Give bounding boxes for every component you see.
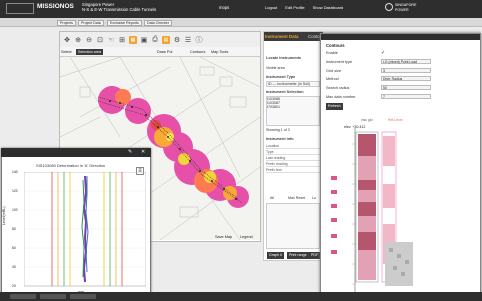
partner-text: SINGAPORE POWER [395, 3, 417, 12]
info-table: Location Type Last reading Prefix readin… [266, 143, 320, 188]
logout-link[interactable]: Logout [265, 5, 277, 10]
pin-icon[interactable]: ✎ [128, 149, 132, 155]
settings-icon[interactable]: ⚙ [173, 36, 181, 44]
zoom-in-icon[interactable]: ⊕ [74, 36, 82, 44]
print-range-button[interactable]: Print range [287, 252, 309, 259]
close-icon[interactable]: ✕ [141, 149, 145, 155]
selection-area-button[interactable]: Selection area [76, 49, 103, 55]
y-tick: 80 [12, 227, 16, 231]
method-select[interactable]: Distr. Radius [381, 76, 431, 81]
layer-icon[interactable]: ▦ [129, 35, 137, 44]
zoom-box-icon[interactable]: ⊡ [96, 36, 104, 44]
search-radius-label: Search radius [326, 86, 350, 90]
grid-size-label: Grid size [326, 69, 341, 73]
layers-icon[interactable]: ☰ [184, 36, 192, 44]
taskbar-item[interactable] [40, 294, 66, 299]
visible-area-label: Visible area [266, 66, 285, 70]
move-icon[interactable]: ✥ [63, 36, 71, 44]
map-tools-button[interactable]: Map Tools [211, 50, 228, 54]
zoom-out-icon[interactable]: ⊖ [85, 36, 93, 44]
y-tick: 20 [12, 284, 16, 288]
draw-point-button[interactable]: Draw Poi [157, 50, 172, 54]
grid-size-field[interactable]: 3 [381, 68, 431, 73]
enable-label: Enable [326, 51, 338, 55]
enable-checkbox[interactable]: ✓ [381, 50, 385, 56]
select-label: Select [61, 50, 72, 54]
header-links: Logout Edit Profile Show Dashboard [265, 5, 343, 10]
nav-reports[interactable]: Exclusive Reports [107, 20, 142, 26]
info-row: Prefix text [266, 167, 320, 173]
nav-data-checker[interactable]: Data Checker [144, 20, 172, 26]
instrument-type-heading: Instrument Type [266, 75, 296, 79]
map-toolbar: ✥ ⊕ ⊖ ⊡ ☜ ⊞ ▦ ▣ ⎙ ▤ ⚙ ☰ ⓘ [60, 32, 260, 47]
taskbar-item[interactable] [70, 294, 96, 299]
refresh-button[interactable]: Refresh [326, 103, 343, 110]
max-data-label: Max data number [326, 95, 356, 99]
y-tick: 100 [12, 208, 18, 212]
column-b-label: Ref-Level [388, 118, 403, 122]
search-radius-field[interactable]: 50 [381, 85, 431, 90]
pdf-button[interactable]: PDF [309, 252, 321, 259]
instrument-info-heading: Instrument Info [266, 137, 294, 141]
locate-heading: Locate Instruments [266, 56, 302, 60]
y-tick: 60 [12, 246, 16, 250]
dashboard-link[interactable]: Show Dashboard [313, 5, 344, 10]
tab-instrument-data[interactable]: Instrument Data [265, 34, 298, 39]
brand-logo: MISSIONOS [37, 3, 74, 10]
info-icon[interactable]: ⓘ [195, 36, 203, 44]
contours-button[interactable]: Contours [190, 50, 205, 54]
taskbar-item[interactable] [10, 294, 36, 299]
borehole-log [331, 128, 413, 292]
tab-max-reset[interactable]: Max Reset [288, 196, 305, 200]
measure-icon[interactable]: ⊞ [118, 36, 126, 44]
instrument-type-label: Instrument type [326, 60, 353, 64]
instrument-list[interactable]: I103086 I103087 I703801 [266, 96, 320, 126]
y-tick: 120 [12, 189, 18, 193]
tab-lo[interactable]: Lo [312, 196, 316, 200]
max-data-field[interactable]: 7 [381, 94, 431, 99]
y-axis-ticks: 140 120 100 80 60 40 20 [12, 170, 18, 288]
list-item[interactable]: I703801 [267, 105, 319, 109]
column-a-label: insc gid [361, 118, 373, 122]
y-axis-label: Level(mRL) [2, 206, 6, 225]
menu-icon[interactable] [6, 3, 34, 14]
print-icon[interactable]: ⎙ [151, 36, 159, 44]
deformation-chart-title: SIS103080 Deformation in 'A' Direction [36, 163, 106, 168]
contours-title: Contours [326, 43, 345, 48]
contours-titlebar[interactable] [321, 34, 480, 40]
save-map-button[interactable]: Save Map [215, 235, 232, 239]
export-icon[interactable]: ▤ [162, 35, 170, 44]
nav-projects[interactable]: Projects [57, 20, 76, 26]
nav-project-data[interactable]: Project Data [78, 20, 104, 26]
readings-table [266, 203, 320, 249]
partner-logo-icon [385, 3, 393, 11]
tab-all[interactable]: All [270, 196, 274, 200]
y-tick: 40 [12, 265, 16, 269]
edit-profile-link[interactable]: Edit Profile [285, 5, 304, 10]
image-icon[interactable]: ▣ [140, 36, 148, 44]
y-tick: 140 [12, 170, 18, 174]
showing-count: Showing 1 of 3 [266, 128, 290, 132]
pan-icon[interactable]: ☜ [107, 36, 115, 44]
instrument-type-field[interactable]: LG (mixed) Point Load [381, 59, 431, 64]
method-label: Method [326, 77, 339, 81]
user-label: mops [219, 5, 230, 10]
brand-subtitle: Singapore Power N-S & E-W Transmission Ca… [82, 2, 157, 12]
graph-it-button[interactable]: Graph it [267, 252, 284, 259]
instrument-type-select[interactable]: ID — Inclinometer (in Soil) [266, 81, 320, 87]
instrument-selection-heading: Instrument Selection [266, 90, 304, 94]
legend-button[interactable]: Legend [240, 235, 253, 239]
deformation-plot [24, 172, 146, 287]
